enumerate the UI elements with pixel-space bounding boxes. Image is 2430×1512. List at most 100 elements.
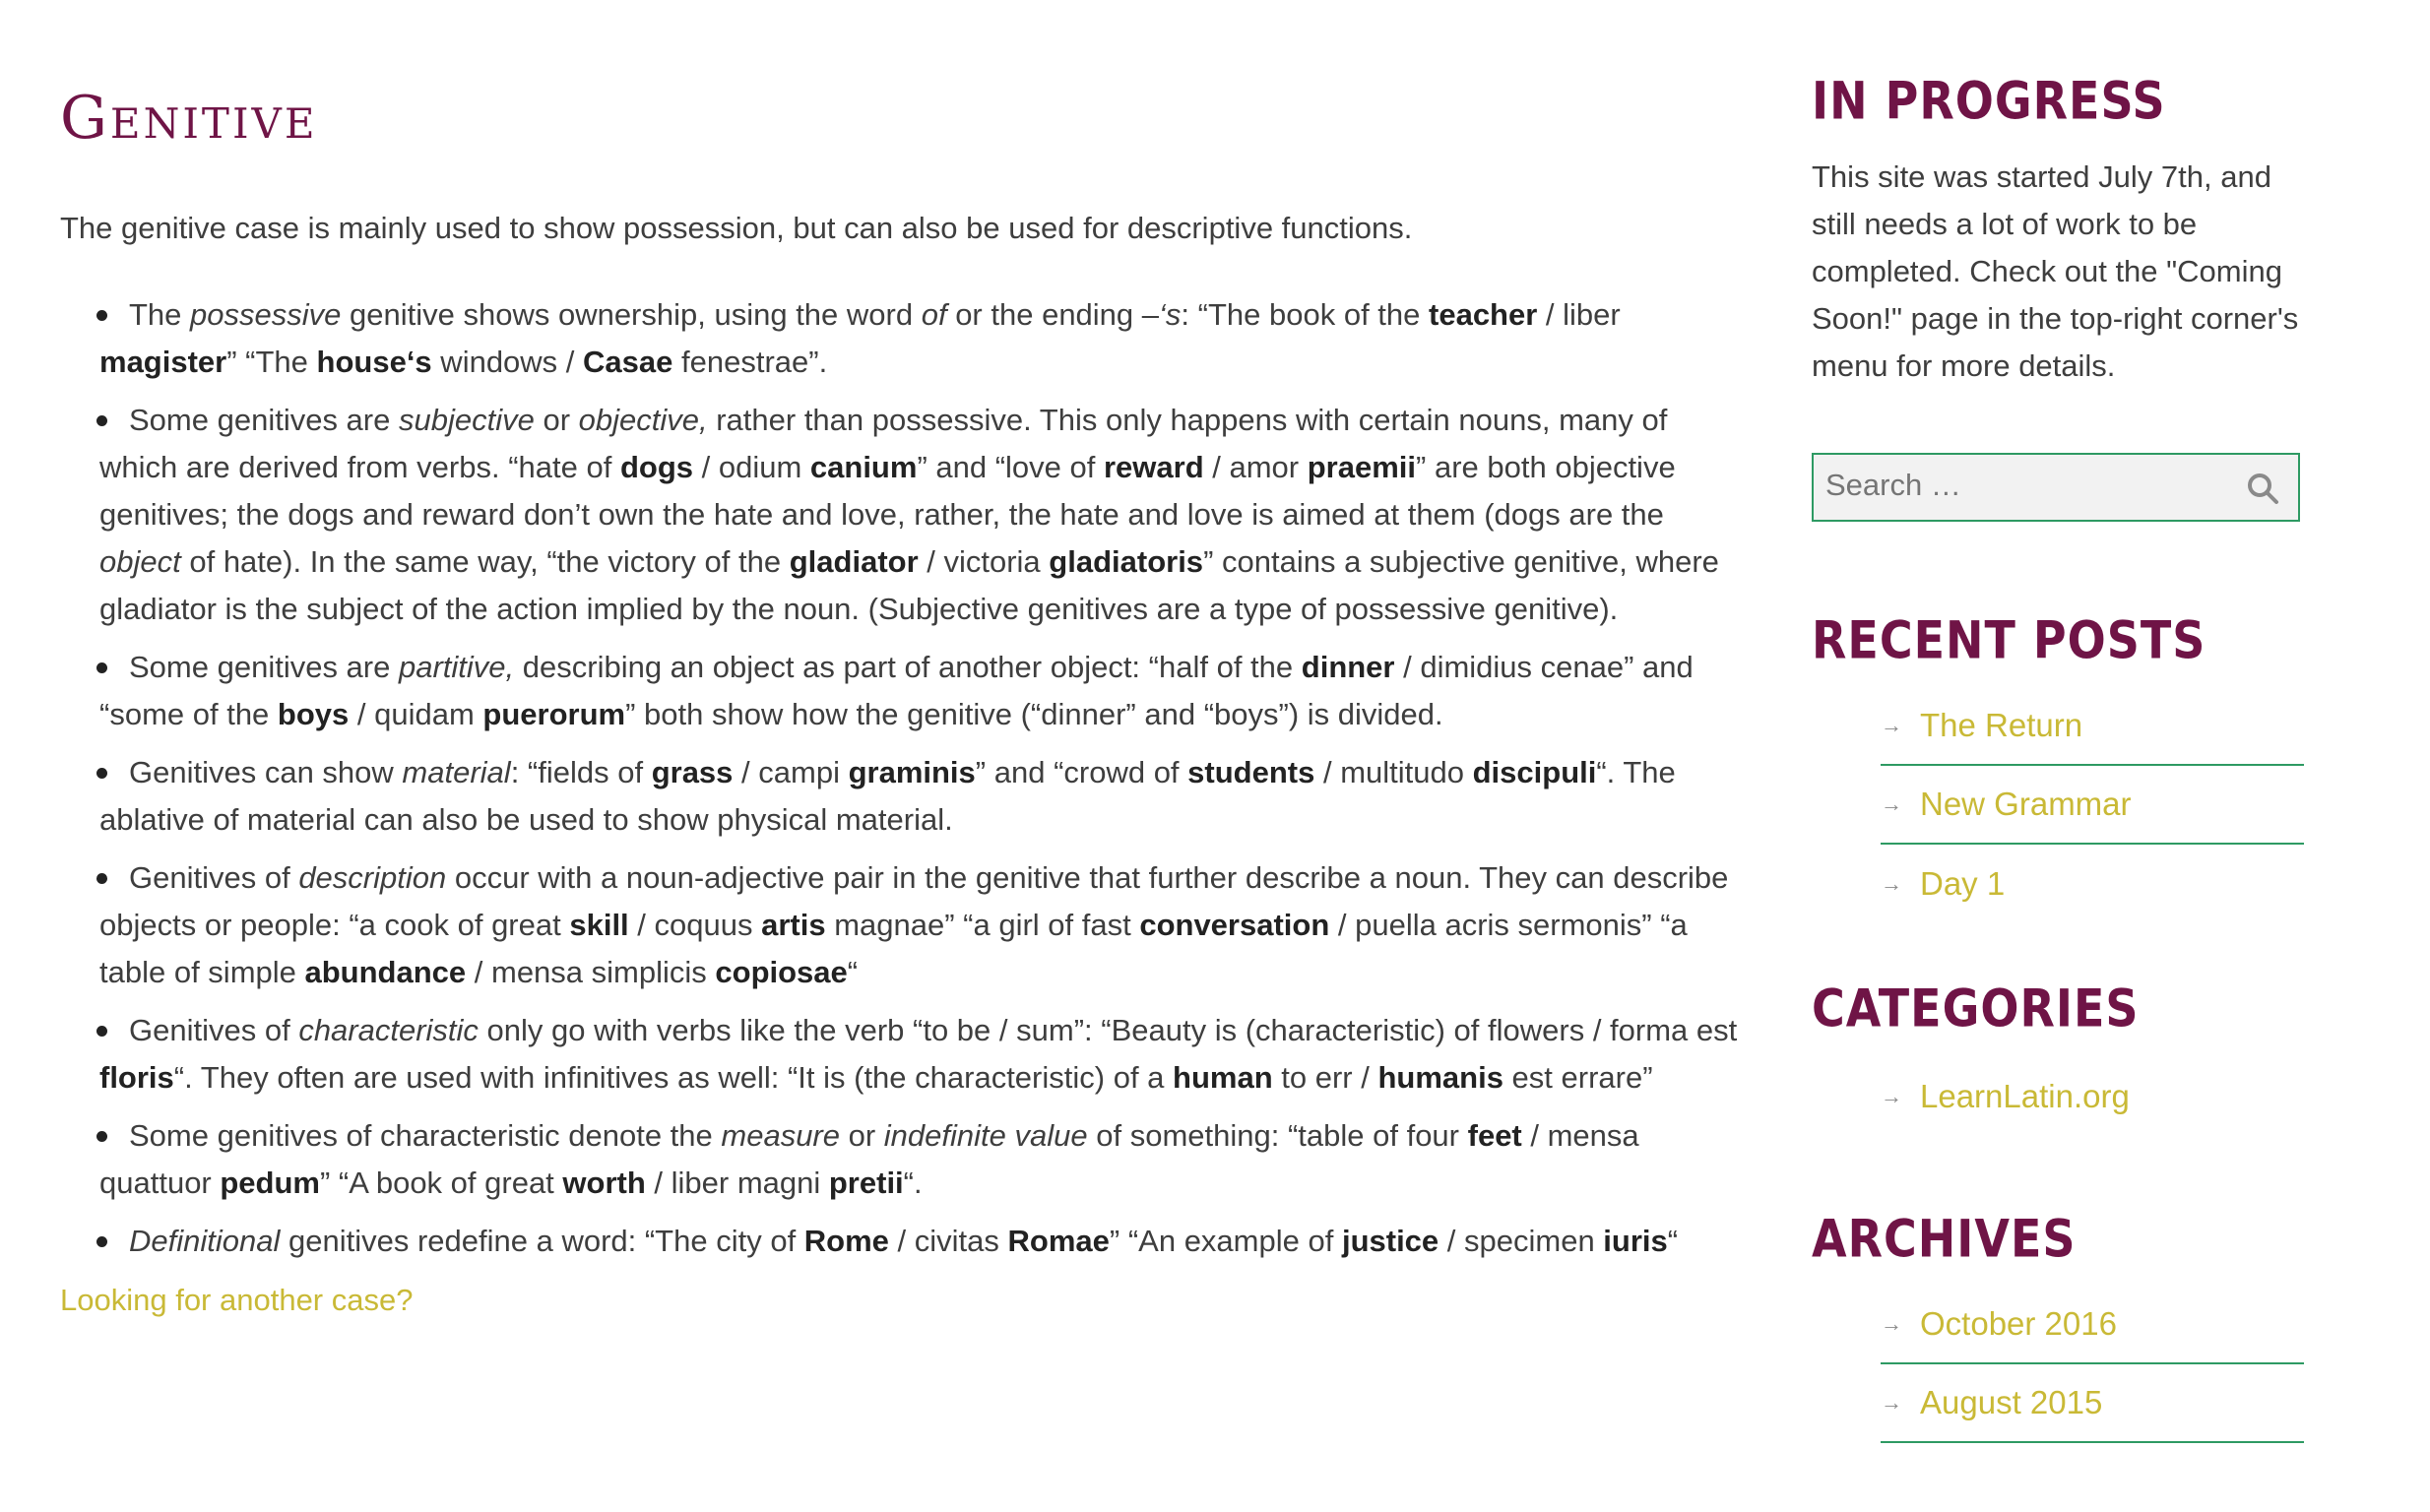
recent-post-link[interactable]: New Grammar <box>1920 786 2132 823</box>
bold-term: skill <box>569 908 629 942</box>
text-run: to err / <box>1272 1060 1378 1095</box>
text-run: / multitudo <box>1314 755 1473 789</box>
italic-term: of <box>921 297 947 332</box>
item-text: Genitives can show material: “fields of … <box>99 755 1676 837</box>
bold-term: grass <box>651 755 734 789</box>
recent-post-link[interactable]: The Return <box>1920 707 2082 744</box>
text-run: ” both show how the genitive (“dinner” a… <box>625 697 1443 731</box>
item-text: Genitives of description occur with a no… <box>99 860 1728 989</box>
text-run: est errare” <box>1503 1060 1653 1095</box>
recent-post-link[interactable]: Day 1 <box>1920 865 2005 903</box>
text-run: : “The book of the <box>1181 297 1430 332</box>
genitive-use-item: Definitional genitives redefine a word: … <box>96 1218 1754 1265</box>
bold-term: Casae <box>583 345 673 379</box>
category-item: → LearnLatin.org <box>1881 1057 2304 1136</box>
genitive-uses-list: The possessive genitive shows ownership,… <box>60 291 1754 1265</box>
archive-link[interactable]: October 2016 <box>1920 1305 2117 1343</box>
search-input[interactable] <box>1814 455 2219 516</box>
bold-term: justice <box>1341 1224 1439 1258</box>
bold-term: graminis <box>848 755 976 789</box>
arrow-right-icon: → <box>1881 1084 1902 1108</box>
genitive-use-item: Some genitives of characteristic denote … <box>96 1112 1754 1207</box>
italic-term: ‘s <box>1159 297 1182 332</box>
item-text: Some genitives of characteristic denote … <box>99 1118 1639 1200</box>
another-case-link[interactable]: Looking for another case? <box>60 1277 1754 1324</box>
bold-term: gladiator <box>789 544 919 579</box>
bold-term: copiosae <box>715 955 848 989</box>
text-run: : “fields of <box>510 755 652 789</box>
bold-term: iuris <box>1603 1224 1668 1258</box>
text-run: Genitives of <box>129 1013 299 1047</box>
text-run: Some genitives are <box>129 403 399 437</box>
text-run: Some genitives of characteristic denote … <box>129 1118 722 1153</box>
text-run: genitive shows ownership, using the word <box>341 297 922 332</box>
item-text: Genitives of characteristic only go with… <box>99 1013 1737 1095</box>
text-run: “ <box>1667 1224 1679 1258</box>
bold-term: house‘s <box>316 345 432 379</box>
bold-term: teacher <box>1429 297 1538 332</box>
bullet-icon <box>96 1026 107 1037</box>
text-run: / mensa simplicis <box>466 955 716 989</box>
bold-term: floris <box>99 1060 174 1095</box>
text-run: / liber magni <box>645 1166 829 1200</box>
text-run: ” and “crowd of <box>975 755 1188 789</box>
text-run: “ <box>847 955 859 989</box>
text-run: magnae” “a girl of fast <box>825 908 1140 942</box>
text-run: ” “The <box>226 345 317 379</box>
text-run: “. They often are used with infinitives … <box>173 1060 1174 1095</box>
text-run: ” and “love of <box>917 450 1104 484</box>
genitive-use-item: Genitives of description occur with a no… <box>96 854 1754 996</box>
main-content: Genitive The genitive case is mainly use… <box>60 69 1754 1324</box>
bullet-icon <box>96 310 107 321</box>
italic-term: subjective <box>398 403 535 437</box>
bold-term: human <box>1173 1060 1273 1095</box>
italic-term: characteristic <box>298 1013 479 1047</box>
text-run: describing an object as part of another … <box>514 650 1302 684</box>
item-text: Definitional genitives redefine a word: … <box>99 1224 1678 1258</box>
arrow-right-icon: → <box>1881 871 1902 896</box>
bold-term: gladiatoris <box>1049 544 1204 579</box>
bullet-icon <box>96 662 107 673</box>
text-run: / campi <box>733 755 849 789</box>
text-run: ” “A book of great <box>320 1166 563 1200</box>
italic-term: objective, <box>578 403 708 437</box>
arrow-right-icon: → <box>1881 1311 1902 1336</box>
bold-term: artis <box>761 908 826 942</box>
text-run: / specimen <box>1439 1224 1604 1258</box>
search-icon[interactable] <box>2245 471 2280 506</box>
archive-item: → August 2015 <box>1881 1364 2304 1443</box>
recent-post-item: → Day 1 <box>1881 845 2304 923</box>
text-run: Genitives can show <box>129 755 403 789</box>
genitive-use-item: Some genitives are subjective or objecti… <box>96 397 1754 633</box>
genitive-use-item: Genitives can show material: “fields of … <box>96 749 1754 844</box>
text-run: genitives redefine a word: “The city of <box>280 1224 804 1258</box>
bullet-icon <box>96 873 107 884</box>
text-run: of something: “table of four <box>1087 1118 1468 1153</box>
italic-term: possessive <box>190 297 342 332</box>
archive-link[interactable]: August 2015 <box>1920 1384 2102 1421</box>
arrow-right-icon: → <box>1881 791 1902 816</box>
bold-term: praemii <box>1307 450 1417 484</box>
bold-term: abundance <box>304 955 467 989</box>
text-run: ” “An example of <box>1109 1224 1342 1258</box>
text-run: / odium <box>693 450 810 484</box>
widget-title-archives: ARCHIVES <box>1812 1207 2077 1270</box>
text-run: Some genitives are <box>129 650 399 684</box>
bullet-icon <box>96 415 107 426</box>
bold-term: boys <box>277 697 350 731</box>
text-run: / victoria <box>918 544 1050 579</box>
text-run: or <box>534 403 579 437</box>
bold-term: feet <box>1467 1118 1522 1153</box>
category-link[interactable]: LearnLatin.org <box>1920 1078 2130 1115</box>
text-run: / civitas <box>888 1224 1008 1258</box>
italic-term: indefinite value <box>883 1118 1088 1153</box>
italic-term: object <box>99 544 181 579</box>
text-run: fenestrae”. <box>672 345 828 379</box>
bold-term: dinner <box>1301 650 1395 684</box>
bold-term: humanis <box>1377 1060 1503 1095</box>
text-run: of hate). In the same way, “the victory … <box>180 544 790 579</box>
text-run: windows / <box>431 345 584 379</box>
bullet-icon <box>96 768 107 779</box>
search-form <box>1812 453 2300 522</box>
in-progress-notice: This site was started July 7th, and stil… <box>1812 159 2299 383</box>
